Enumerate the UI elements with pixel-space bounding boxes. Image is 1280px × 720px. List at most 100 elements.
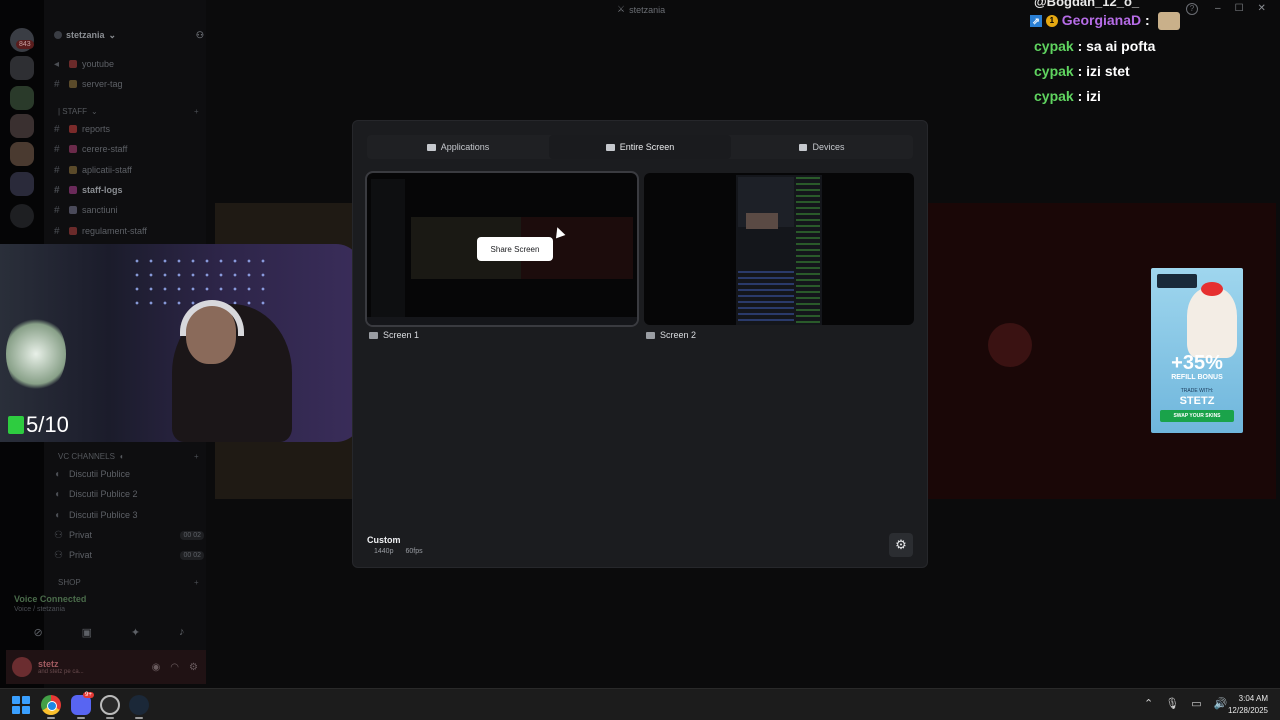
server-icon-stetzania[interactable] — [10, 56, 34, 80]
server-icon[interactable] — [10, 142, 34, 166]
channel-name: reports — [82, 124, 111, 134]
preview-vertical-screen — [736, 175, 822, 325]
gear-icon: ⚙ — [895, 537, 907, 553]
tab-label: Applications — [440, 142, 490, 152]
window-controls: – ☐ ✕ — [1215, 3, 1266, 14]
steam-icon[interactable] — [129, 695, 149, 715]
chat-username: cypak — [1034, 63, 1074, 79]
screen-2-preview[interactable] — [644, 173, 914, 325]
chat-text: : izi stet — [1077, 63, 1130, 79]
server-header[interactable]: stetzania ⌄ ⚇ — [54, 28, 204, 42]
voice-connected-panel: Voice Connected Voice / stetzania — [14, 594, 204, 622]
microphone-icon[interactable]: 🎙 — [1165, 697, 1179, 710]
channel-cerere-staff[interactable]: # cerere-staff — [54, 141, 204, 157]
category-vc-channels[interactable]: VC CHANNELS ◖ + — [58, 450, 199, 462]
network-icon[interactable]: ▭ — [1191, 697, 1201, 710]
add-channel-icon[interactable]: + — [194, 452, 199, 461]
channel-name: Privat — [69, 530, 93, 540]
preview-panel — [738, 271, 794, 323]
preview-chat — [796, 177, 820, 323]
chevron-down-icon: ⌄ — [108, 29, 117, 40]
discord-icon[interactable] — [71, 695, 91, 715]
voice-channel[interactable]: ◖ Discutii Publice 2 — [54, 486, 204, 502]
channel-emoji-icon — [69, 227, 77, 235]
subscriber-badge-icon: ⇗ — [1030, 15, 1042, 28]
tab-devices[interactable]: Devices — [731, 135, 913, 159]
camera-icon[interactable]: ⊘ — [33, 626, 42, 639]
maximize-icon[interactable]: ☐ — [1235, 3, 1244, 14]
minimize-icon[interactable]: – — [1215, 3, 1221, 14]
channel-reports[interactable]: # reports — [54, 121, 204, 137]
avatar[interactable] — [12, 657, 32, 677]
headphones-icon[interactable]: ◠ — [170, 662, 179, 673]
channel-sanctiuni[interactable]: # sanctiuni — [54, 202, 204, 218]
resolution-value: 1440p — [374, 548, 394, 555]
counter-value: 5/10 — [26, 412, 69, 437]
server-icon[interactable] — [10, 172, 34, 196]
close-icon[interactable]: ✕ — [1258, 3, 1266, 14]
running-indicator — [47, 717, 55, 719]
chevron-up-icon[interactable]: ⌃ — [1144, 697, 1153, 710]
channel-emoji-icon — [69, 166, 77, 174]
activities-icon[interactable]: ✦ — [131, 626, 140, 639]
channel-name: Discutii Publice 3 — [69, 510, 138, 520]
voice-channel[interactable]: ◖ Discutii Publice — [54, 466, 204, 482]
tab-label: Entire Screen — [619, 142, 675, 152]
soundboard-icon[interactable]: ♪ — [179, 626, 185, 638]
users-icon: ⚇ — [54, 529, 63, 541]
microphone-icon[interactable]: ◉ — [152, 662, 161, 673]
channel-aplicatii-staff[interactable]: # aplicatii-staff — [54, 162, 204, 178]
speaker-icon: ◖ — [54, 488, 61, 500]
voice-channel-path[interactable]: Voice / stetzania — [14, 606, 204, 613]
channel-name: Discutii Publice 2 — [69, 489, 138, 499]
clock-date: 12/28/2025 — [1227, 706, 1268, 715]
mention-badge: 843 — [16, 40, 34, 49]
tab-applications[interactable]: Applications — [367, 135, 549, 159]
channel-staff-logs[interactable]: # staff-logs — [54, 182, 204, 198]
channel-name: staff-logs — [82, 185, 123, 195]
trade-label: TRADE WITH: — [1180, 388, 1214, 394]
obs-icon[interactable] — [100, 695, 120, 715]
windows-taskbar: 9+ ⌃ 🎙 ▭ 🔊 3:04 AM 12/28/2025 — [0, 688, 1280, 720]
server-icon[interactable] — [10, 114, 34, 138]
screen-1-preview[interactable]: Share Screen — [365, 171, 639, 327]
channel-emoji-icon — [69, 186, 77, 194]
speaker-icon: ◖ — [54, 468, 61, 480]
chrome-icon[interactable] — [41, 695, 61, 715]
speaker-icon: ◖ — [118, 451, 124, 461]
voice-channel[interactable]: ◖ Discutii Publice 3 — [54, 507, 204, 523]
voice-channel-private[interactable]: ⚇ Privat 00 02 — [54, 527, 204, 543]
invite-icon[interactable]: ⚇ — [196, 30, 204, 41]
category-shop[interactable]: SHOP + — [58, 576, 199, 588]
share-screen-button[interactable]: Share Screen — [477, 237, 553, 261]
windows-start-icon[interactable] — [12, 696, 30, 714]
clock[interactable]: 3:04 AM 12/28/2025 — [1224, 693, 1268, 717]
tab-entire-screen[interactable]: Entire Screen — [549, 135, 731, 159]
running-indicator — [135, 717, 143, 719]
gear-icon[interactable]: ⚙ — [189, 662, 198, 673]
add-channel-icon[interactable]: + — [194, 107, 199, 116]
channel-name: Privat — [69, 550, 93, 560]
category-staff[interactable]: | STAFF ⌄ + — [58, 105, 199, 117]
add-server-icon[interactable] — [10, 204, 34, 228]
category-label: VC CHANNELS — [58, 451, 115, 461]
running-indicator — [77, 717, 85, 719]
hash-icon: # — [54, 204, 60, 216]
help-icon[interactable]: ? — [1186, 3, 1198, 15]
tab-label: Devices — [812, 142, 845, 152]
preview-sidebar — [371, 179, 405, 319]
chat-message-partial: @Bogdan_12_o_ — [1034, 0, 1140, 9]
avatar — [988, 323, 1032, 367]
speaker-icon: ◖ — [54, 509, 61, 521]
window-title: ⚔ stetzania — [617, 4, 665, 15]
screen-share-icon[interactable]: ▣ — [82, 626, 92, 639]
channel-youtube[interactable]: ◂ youtube — [54, 56, 204, 72]
channel-server-tag[interactable]: # server-tag — [54, 76, 204, 92]
server-icon[interactable] — [10, 86, 34, 110]
screen-1-label: Screen 1 — [369, 330, 419, 340]
chevron-down-icon: ⌄ — [91, 106, 98, 116]
channel-regulament-staff[interactable]: # regulament-staff — [54, 223, 204, 239]
add-channel-icon[interactable]: + — [194, 578, 199, 587]
voice-channel-private[interactable]: ⚇ Privat 00 02 — [54, 547, 204, 563]
stream-settings-button[interactable]: ⚙ — [889, 533, 913, 557]
